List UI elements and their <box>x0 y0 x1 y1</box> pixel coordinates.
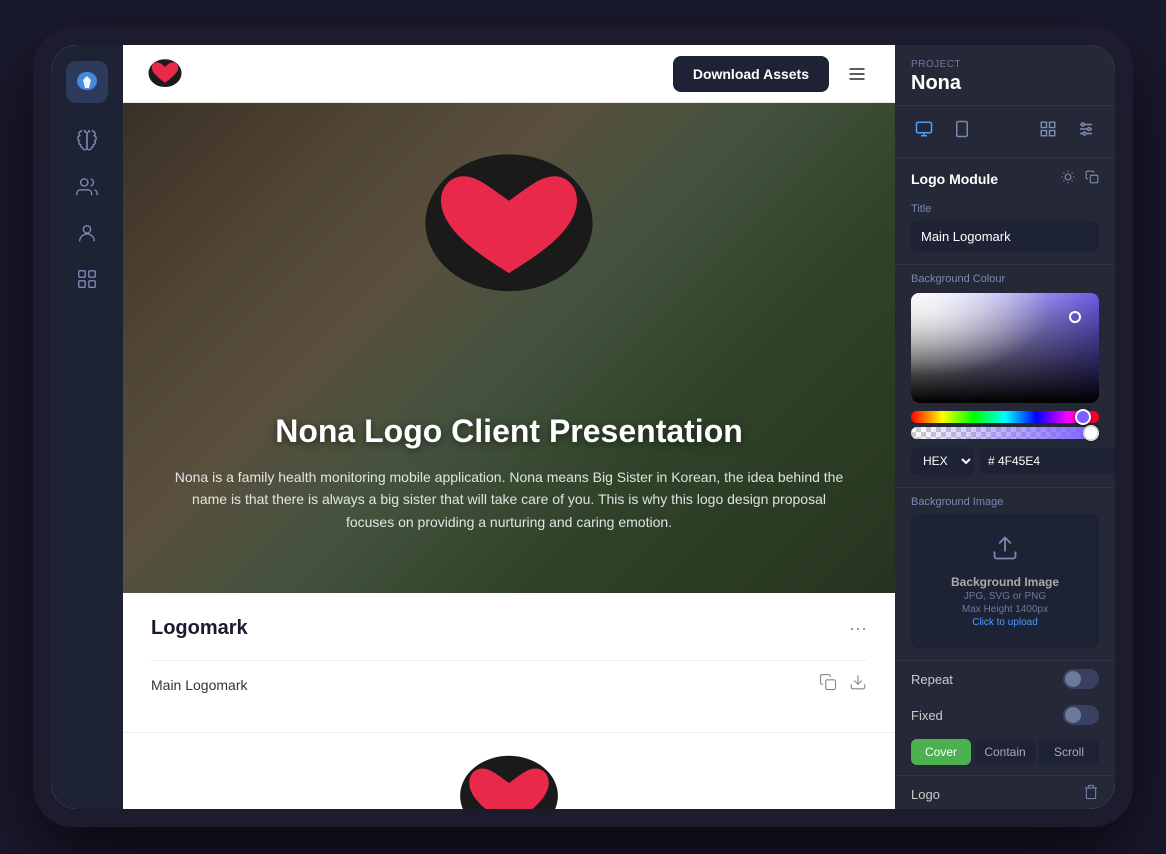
sidebar-item-profile[interactable] <box>69 215 105 251</box>
opacity-slider[interactable] <box>911 427 1099 439</box>
logo-section-label: Logo <box>911 787 940 802</box>
upload-formats: JPG, SVG or PNG <box>931 591 1079 602</box>
color-inputs: HEX RGB HSL <box>911 447 1099 475</box>
color-gradient[interactable] <box>911 293 1099 403</box>
hex-input[interactable] <box>980 448 1115 474</box>
sidebar-logo[interactable] <box>66 61 108 103</box>
repeat-row: Repeat <box>895 661 1115 697</box>
upload-icon <box>931 534 1079 569</box>
logomark-actions <box>819 673 867 696</box>
tab-grid[interactable] <box>1033 116 1063 147</box>
topbar: Download Assets <box>123 45 895 103</box>
copy-module-icon[interactable] <box>1085 170 1099 187</box>
project-name: Nona <box>911 72 1099 95</box>
bottom-logo-svg <box>449 743 569 810</box>
color-picker-dot[interactable] <box>1069 311 1081 323</box>
tab-settings[interactable] <box>1071 116 1101 147</box>
topbar-logo <box>143 52 187 96</box>
fixed-label: Fixed <box>911 708 943 723</box>
bg-image-section: Background Image Background Image JPG, S… <box>895 488 1115 661</box>
hero-logo <box>409 123 609 313</box>
title-input[interactable] <box>911 221 1099 252</box>
sun-icon[interactable] <box>1061 170 1075 187</box>
canvas-area: Nona Logo Client Presentation Nona is a … <box>123 103 895 809</box>
section-header: Logomark ··· <box>151 617 867 640</box>
hero-section: Nona Logo Client Presentation Nona is a … <box>123 103 895 593</box>
hero-subtitle: Nona is a family health monitoring mobil… <box>169 466 849 533</box>
main-content: Download Assets <box>123 45 895 809</box>
right-panel: Project Nona <box>895 45 1115 809</box>
fixed-toggle[interactable] <box>1063 705 1099 725</box>
module-title-row: Logo Module <box>895 158 1115 195</box>
hero-title: Nona Logo Client Presentation <box>169 413 849 450</box>
logomark-row: Main Logomark <box>151 660 867 708</box>
download-icon[interactable] <box>849 673 867 696</box>
hue-slider[interactable] <box>911 411 1099 423</box>
right-panel-header: Project Nona <box>895 45 1115 106</box>
bg-colour-section: Background Colour <box>895 265 1115 488</box>
upload-link[interactable]: Click to upload <box>931 617 1079 628</box>
repeat-toggle-thumb <box>1065 671 1081 687</box>
fit-buttons: Cover Contain Scroll <box>895 733 1115 776</box>
contain-button[interactable]: Contain <box>975 739 1035 765</box>
sidebar-item-apps[interactable] <box>69 261 105 297</box>
content-section: Logomark ··· Main Logomark <box>123 593 895 732</box>
trash-icon[interactable] <box>1083 784 1099 805</box>
brand-logo-img <box>143 52 187 96</box>
logomark-label: Main Logomark <box>151 677 248 693</box>
section-menu-button[interactable]: ··· <box>849 618 867 639</box>
hero-text-container: Nona Logo Client Presentation Nona is a … <box>169 413 849 533</box>
panel-tabs <box>895 106 1115 158</box>
sidebar <box>51 45 123 809</box>
fixed-row: Fixed <box>895 697 1115 733</box>
logo-section: Logo <box>895 776 1115 809</box>
bg-colour-label: Background Colour <box>911 273 1099 285</box>
repeat-toggle[interactable] <box>1063 669 1099 689</box>
tab-mobile[interactable] <box>947 116 977 147</box>
color-type-select[interactable]: HEX RGB HSL <box>911 447 974 475</box>
fixed-toggle-thumb <box>1065 707 1081 723</box>
project-label: Project <box>911 59 1099 70</box>
sidebar-item-brain[interactable] <box>69 123 105 159</box>
module-title-icons <box>1061 170 1099 187</box>
repeat-label: Repeat <box>911 672 953 687</box>
title-label: Title <box>911 203 1099 215</box>
tab-desktop[interactable] <box>909 116 939 147</box>
sidebar-item-users[interactable] <box>69 169 105 205</box>
logo-section-header: Logo <box>911 784 1099 805</box>
download-assets-button[interactable]: Download Assets <box>673 56 829 92</box>
copy-icon[interactable] <box>819 673 837 696</box>
scroll-button[interactable]: Scroll <box>1039 739 1099 765</box>
opacity-slider-thumb <box>1083 425 1099 441</box>
bg-image-label: Background Image <box>911 496 1099 508</box>
menu-button[interactable] <box>839 56 875 92</box>
hue-slider-thumb <box>1075 409 1091 425</box>
brand-icon <box>73 68 101 96</box>
module-title-text: Logo Module <box>911 171 998 187</box>
hero-logo-svg <box>414 128 604 308</box>
upload-text: Background Image <box>931 575 1079 589</box>
upload-max: Max Height 1400px <box>931 604 1079 615</box>
bottom-logo-preview <box>123 732 895 809</box>
section-title: Logomark <box>151 617 248 640</box>
bg-image-upload[interactable]: Background Image JPG, SVG or PNG Max Hei… <box>911 514 1099 648</box>
title-section: Title <box>895 195 1115 265</box>
cover-button[interactable]: Cover <box>911 739 971 765</box>
